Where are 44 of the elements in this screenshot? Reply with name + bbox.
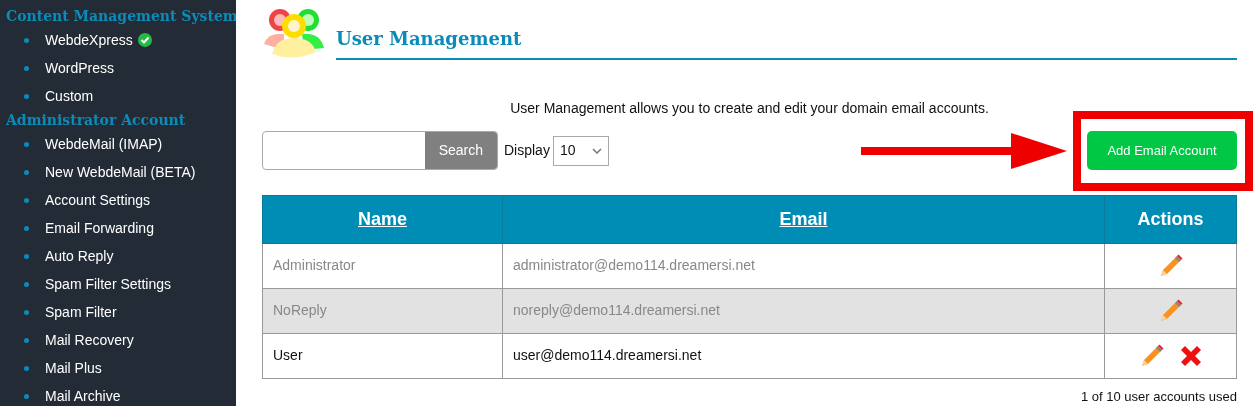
bullet-icon xyxy=(24,309,29,315)
display-select[interactable]: 10 xyxy=(552,135,609,166)
sidebar-item[interactable]: Custom xyxy=(45,85,94,107)
sidebar-item[interactable]: Spam Filter Settings xyxy=(45,273,172,295)
sidebar-item[interactable]: WebdeMail (IMAP) xyxy=(45,133,163,155)
bullet-icon xyxy=(24,253,29,259)
sidebar-item[interactable]: Auto Reply xyxy=(45,245,114,267)
bullet-icon xyxy=(24,281,29,287)
bullet-icon xyxy=(24,169,29,175)
table-cell: noreply@demo114.dreamersi.net xyxy=(502,288,1105,333)
table-cell: user@demo114.dreamersi.net xyxy=(502,333,1105,378)
column-header-link[interactable]: Email xyxy=(502,195,1105,243)
bullet-icon xyxy=(24,365,29,371)
sidebar-item[interactable]: New WebdeMail (BETA) xyxy=(45,161,196,183)
bullet-icon xyxy=(24,337,29,343)
table-cell: Administrator xyxy=(262,243,503,288)
bullet-icon xyxy=(24,225,29,231)
sidebar-item[interactable]: Spam Filter xyxy=(45,301,117,323)
search-field[interactable]: Search xyxy=(262,131,498,171)
sidebar-item[interactable]: Mail Recovery xyxy=(45,329,134,351)
column-header-link[interactable]: Name xyxy=(262,195,503,243)
sidebar-item[interactable]: Mail Archive xyxy=(45,385,121,406)
chevron-down-icon xyxy=(591,147,602,154)
column-header: Actions xyxy=(1104,195,1237,243)
table-cell: administrator@demo114.dreamersi.net xyxy=(502,243,1105,288)
bullet-icon xyxy=(24,37,29,43)
usage-text: 1 of 10 user accounts used xyxy=(1079,387,1237,406)
sidebar-item[interactable]: Email Forwarding xyxy=(45,217,154,239)
display-label: Display xyxy=(504,141,550,161)
sidebar-item[interactable]: Account Settings xyxy=(45,189,151,211)
page-title: User Management xyxy=(336,25,1237,60)
sidebar-item[interactable]: WebdeXpress xyxy=(45,29,133,51)
sidebar-item[interactable]: Mail Plus xyxy=(45,357,102,379)
bullet-icon xyxy=(24,141,29,147)
bullet-icon xyxy=(24,65,29,71)
description: User Management allows you to create and edit your domain email accounts. xyxy=(509,99,990,117)
search-button[interactable]: Search xyxy=(424,132,497,170)
bullet-icon xyxy=(24,393,29,399)
bullet-icon xyxy=(24,197,29,203)
bullet-icon xyxy=(24,93,29,99)
table-cell: NoReply xyxy=(262,288,503,333)
table-cell: User xyxy=(262,333,503,378)
sidebar-item[interactable]: WordPress xyxy=(45,57,114,79)
sidebar-heading: Administrator Account xyxy=(5,111,187,130)
